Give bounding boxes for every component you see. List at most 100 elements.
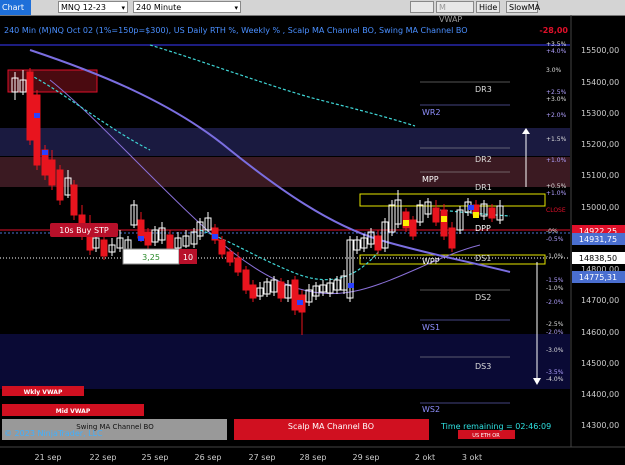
time-tick-label: 3 okt — [462, 453, 482, 462]
chart-tab[interactable]: Chart — [0, 0, 31, 15]
percent-label: 3.0% — [546, 67, 562, 74]
percent-label: +2.5% — [546, 89, 567, 96]
percent-label: +4.0% — [546, 48, 567, 55]
price-tick-label: 14700,00 — [581, 296, 619, 305]
signal-marker — [441, 216, 447, 222]
price-axis: 15500,00 15400,00 15300,00 15200,00 15100,00… — [572, 46, 625, 430]
percent-label: -0.5% — [546, 236, 564, 243]
candle-body — [242, 269, 250, 291]
time-tick-label: 28 sep — [300, 453, 327, 462]
level-label-ws1: WS1 — [422, 323, 440, 332]
hide-button[interactable]: Hide — [476, 1, 500, 13]
signal-marker — [138, 236, 144, 241]
instrument-selector[interactable]: MNQ 12-23 ▾ — [58, 1, 128, 13]
candle-body — [409, 219, 417, 237]
candle-body — [432, 207, 440, 223]
candle-body — [166, 234, 174, 251]
candle-body — [33, 94, 41, 166]
candle-body — [234, 257, 242, 273]
blank-button[interactable] — [410, 1, 434, 13]
candle-body — [26, 71, 34, 141]
order-label: 10s Buy STP — [59, 226, 109, 235]
copyright: © 2023 NinjaTrader, LLC — [4, 429, 103, 438]
level-label-wr2: WR2 — [422, 108, 441, 117]
price-tick-label: 15500,00 — [581, 46, 619, 55]
price-tick-label: 15300,00 — [581, 109, 619, 118]
slowma-button[interactable]: SlowMA — [506, 1, 540, 13]
level-label-ds3: DS3 — [475, 362, 491, 371]
chevron-down-icon: ▾ — [121, 4, 125, 12]
percent-label: -4.0% — [546, 376, 564, 383]
time-tick-label: 2 okt — [415, 453, 435, 462]
percent-label: -3.5% — [546, 369, 564, 376]
candle-body — [56, 169, 64, 201]
level-label-mpp: MPP — [422, 175, 439, 184]
time-tick-label: 27 sep — [249, 453, 276, 462]
signal-marker — [403, 220, 409, 226]
candle-body — [374, 235, 382, 251]
candle-body — [440, 209, 448, 237]
order-qty: 10 — [183, 253, 193, 262]
candle-body — [144, 231, 152, 246]
close-label: CLOSE — [546, 207, 566, 214]
chevron-down-icon: ▾ — [234, 4, 238, 12]
price-tick-label: 14300,00 — [581, 421, 619, 430]
pnl-value: -28,00 — [539, 26, 568, 35]
percent-label: -3.0% — [546, 347, 564, 354]
signal-marker — [468, 205, 474, 210]
percent-label: -1.0% — [546, 253, 564, 260]
signal-marker — [297, 300, 303, 305]
level-label-dr3: DR3 — [475, 85, 492, 94]
percent-label: +1.0% — [546, 190, 567, 197]
signal-marker — [34, 113, 40, 118]
signal-marker — [212, 234, 218, 239]
level-label-ds2: DS2 — [475, 293, 491, 302]
signal-marker — [42, 150, 48, 155]
wkly-vwap-label: Wkly VWAP — [24, 389, 63, 396]
level-label-ds1: DS1 — [475, 254, 491, 263]
time-tick-label: 25 sep — [142, 453, 169, 462]
price-tick-label: 15000,00 — [581, 203, 619, 212]
time-tick-label: 21 sep — [35, 453, 62, 462]
scalp-label: Scalp MA Channel BO — [288, 422, 374, 431]
mvwap-button[interactable]: M VWAP — [436, 1, 474, 24]
price-marker-label: 14931,75 — [579, 235, 617, 244]
percent-label: -2.0% — [546, 329, 564, 336]
signal-marker — [473, 212, 479, 218]
price-tick-label: 14400,00 — [581, 390, 619, 399]
price-tick-label: 14600,00 — [581, 328, 619, 337]
mid-vwap-label: Mid VWAP — [56, 408, 91, 415]
price-tick-label: 15400,00 — [581, 78, 619, 87]
candle-body — [488, 207, 496, 219]
candle-body — [100, 239, 108, 257]
candle-body — [226, 251, 234, 263]
signal-marker — [348, 283, 354, 288]
chart-toolbar: Chart MNQ 12-23 ▾ 240 Minute ▾ M VWAP Hi… — [0, 0, 625, 24]
candle-body — [249, 284, 257, 299]
dpp-box — [359, 193, 546, 207]
time-tick-label: 22 sep — [90, 453, 117, 462]
percent-label: +3.5% — [546, 41, 567, 48]
percent-label: +1.0% — [546, 157, 567, 164]
price-marker-label: 14775,31 — [579, 273, 617, 282]
chart-title: 240 Min (M)NQ Oct 02 (1%=150p=$300), US … — [4, 26, 468, 35]
timeframe-selector[interactable]: 240 Minute ▾ — [133, 1, 241, 13]
price-chart[interactable]: 240 Min (M)NQ Oct 02 (1%=150p=$300), US … — [0, 15, 625, 465]
time-tick-label: 29 sep — [353, 453, 380, 462]
time-remaining: Time remaining = 02:46:09 — [440, 422, 551, 431]
candle-body — [448, 227, 456, 249]
candle-body — [137, 219, 145, 239]
level-label-dr1: DR1 — [475, 183, 492, 192]
candle-body — [48, 159, 56, 186]
price-tick-label: 15100,00 — [581, 171, 619, 180]
price-marker-label: 14838,50 — [579, 254, 617, 263]
percent-label: +1.5% — [546, 136, 567, 143]
resistance-zone — [0, 128, 570, 156]
us-eth-label: US ETH OR — [472, 433, 500, 439]
time-tick-label: 26 sep — [195, 453, 222, 462]
level-label-dpp: DPP — [475, 224, 491, 233]
level-label-ws2: WS2 — [422, 405, 440, 414]
percent-label: -1.5% — [546, 277, 564, 284]
candle-body — [218, 239, 226, 255]
percent-label: +2.0% — [546, 112, 567, 119]
